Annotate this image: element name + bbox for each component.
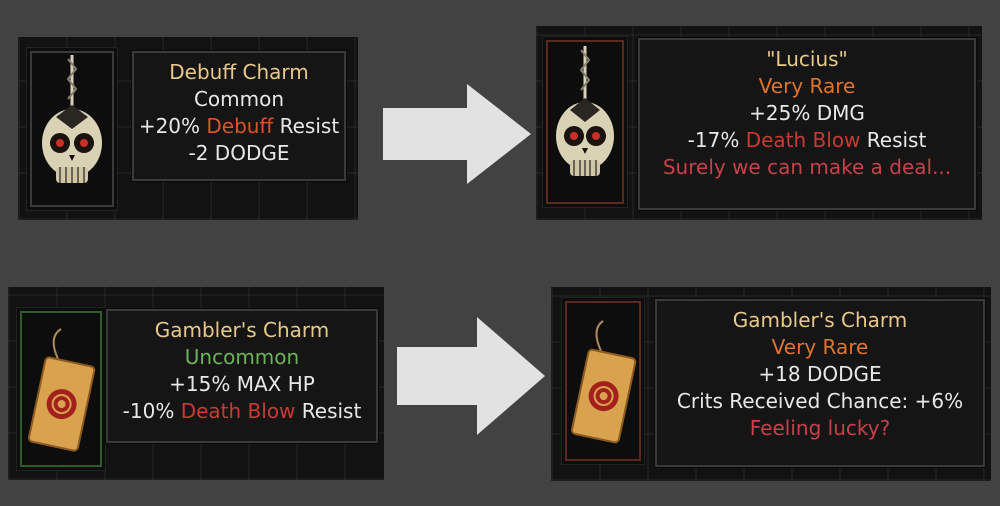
charm-slot[interactable] — [542, 36, 628, 208]
item-title: Debuff Charm — [169, 60, 309, 84]
stat-keyword: Debuff — [206, 114, 274, 138]
stat-text: Resist — [860, 128, 927, 152]
item-tooltip: Debuff Charm Common +20% Debuff Resist -… — [132, 51, 346, 181]
after-panel-top: "Lucius" Very Rare +25% DMG -17% Death B… — [536, 26, 982, 220]
stat-keyword: Death Blow — [180, 399, 296, 423]
item-tooltip: Gambler's Charm Uncommon +15% MAX HP -10… — [106, 309, 378, 443]
item-rarity: Very Rare — [771, 335, 869, 359]
arrow-right-icon — [383, 84, 531, 184]
stat-keyword: Death Blow — [745, 128, 861, 152]
stat-text: -17% — [687, 128, 746, 152]
gambler-card-icon — [27, 328, 96, 452]
gambler-card-icon — [570, 320, 637, 444]
stat-line-1: +18 DODGE — [758, 362, 882, 386]
skull-charm-icon — [42, 55, 102, 183]
item-tooltip: Gambler's Charm Very Rare +18 DODGE Crit… — [655, 299, 985, 467]
stat-line-2: Crits Received Chance: +6% — [676, 389, 964, 413]
stat-line-1: +25% DMG — [749, 101, 865, 125]
after-panel-bottom: Gambler's Charm Very Rare +18 DODGE Crit… — [551, 287, 991, 481]
charm-slot[interactable] — [26, 47, 118, 211]
stat-line-1: +15% MAX HP — [169, 372, 315, 396]
before-panel-top: Debuff Charm Common +20% Debuff Resist -… — [18, 37, 358, 220]
charm-slot[interactable] — [561, 297, 645, 465]
arrow-right-icon — [397, 317, 545, 435]
stat-line-2: -10% Death Blow Resist — [108, 398, 376, 425]
item-title: Gambler's Charm — [154, 318, 330, 342]
stat-text: -10% — [122, 399, 181, 423]
item-rarity: Uncommon — [184, 345, 300, 369]
item-rarity: Very Rare — [758, 74, 856, 98]
flavor-text: Feeling lucky? — [749, 416, 891, 440]
item-title: "Lucius" — [766, 47, 848, 71]
before-panel-bottom: Gambler's Charm Uncommon +15% MAX HP -10… — [8, 287, 384, 480]
charm-slot[interactable] — [16, 307, 106, 471]
flavor-text: Surely we can make a deal... — [662, 155, 952, 179]
item-title: Gambler's Charm — [732, 308, 908, 332]
stat-line-2: -17% Death Blow Resist — [640, 127, 974, 154]
item-tooltip: "Lucius" Very Rare +25% DMG -17% Death B… — [638, 38, 976, 210]
stat-text: +20% — [138, 114, 207, 138]
stat-line-1: +20% Debuff Resist — [134, 113, 344, 140]
skull-charm-icon — [556, 46, 614, 176]
item-rarity: Common — [193, 87, 285, 111]
stat-text: Resist — [295, 399, 362, 423]
stat-line-2: -2 DODGE — [188, 141, 290, 165]
stat-text: Resist — [273, 114, 340, 138]
